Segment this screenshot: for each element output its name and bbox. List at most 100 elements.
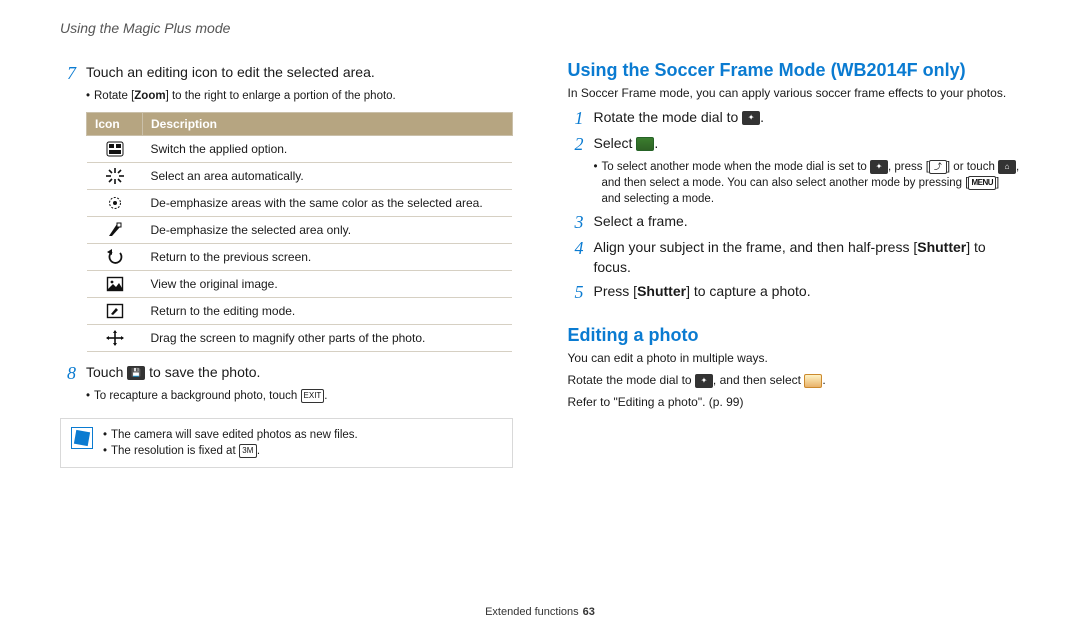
drag-magnify-icon	[106, 330, 124, 346]
note-list: The camera will save edited photos as ne…	[103, 427, 502, 459]
table-icon-cell	[87, 325, 143, 352]
text: , and then select	[713, 373, 804, 387]
bold: Shutter	[917, 239, 966, 255]
step-number: 3	[568, 211, 584, 233]
bullet-text: .	[324, 390, 327, 402]
step-7-bullets: Rotate [Zoom] to the right to enlarge a …	[86, 88, 513, 104]
step-text: Press [Shutter] to capture a photo.	[594, 281, 1021, 303]
text: .	[654, 135, 658, 151]
soccer-step-3: 3 Select a frame.	[568, 211, 1021, 233]
step-number: 4	[568, 237, 584, 277]
table-row: Switch the applied option.	[87, 136, 513, 163]
table-desc-cell: De-emphasize areas with the same color a…	[143, 190, 513, 217]
table-icon-cell	[87, 163, 143, 190]
text: Rotate the mode dial to	[568, 373, 695, 387]
deemphasize-color-icon	[106, 195, 124, 211]
text: .	[760, 109, 764, 125]
text: To select another mode when the mode dia…	[602, 161, 871, 173]
bullet: Rotate [Zoom] to the right to enlarge a …	[86, 88, 513, 104]
text: , press [	[888, 161, 929, 173]
mode-dial-icon: ✦	[870, 160, 888, 174]
text: .	[257, 445, 260, 457]
auto-select-icon	[106, 168, 124, 184]
note-item: The camera will save edited photos as ne…	[103, 427, 502, 443]
bold: Shutter	[637, 283, 686, 299]
table-row: Drag the screen to magnify other parts o…	[87, 325, 513, 352]
table-row: Return to the editing mode.	[87, 298, 513, 325]
text: Press [	[594, 283, 638, 299]
soccer-step-1: 1 Rotate the mode dial to ✦.	[568, 107, 1021, 129]
step-number: 7	[60, 62, 76, 84]
text: Touch	[86, 364, 127, 380]
home-icon: ⌂	[998, 160, 1016, 174]
step-text: Touch 💾 to save the photo.	[86, 362, 513, 384]
text: .	[822, 373, 825, 387]
footer-label: Extended functions	[485, 606, 579, 618]
note-box: The camera will save edited photos as ne…	[60, 418, 513, 468]
bullet-text: Rotate [	[94, 90, 134, 102]
resolution-chip: 3M	[239, 444, 257, 458]
step-number: 1	[568, 107, 584, 129]
save-icon: 💾	[127, 366, 145, 380]
text: to save the photo.	[145, 364, 260, 380]
step-text: Select a frame.	[594, 211, 1021, 233]
soccer-step-4: 4 Align your subject in the frame, and t…	[568, 237, 1021, 277]
step-8: 8 Touch 💾 to save the photo.	[60, 362, 513, 384]
return-previous-icon	[106, 249, 124, 265]
table-desc-cell: Return to the previous screen.	[143, 244, 513, 271]
table-icon-cell	[87, 244, 143, 271]
text: Select	[594, 135, 637, 151]
table-desc-cell: Select an area automatically.	[143, 163, 513, 190]
soccer-frame-icon	[636, 137, 654, 151]
table-icon-cell	[87, 190, 143, 217]
table-row: Return to the previous screen.	[87, 244, 513, 271]
text: ] to capture a photo.	[686, 283, 811, 299]
soccer-intro: In Soccer Frame mode, you can apply vari…	[568, 85, 1021, 101]
table-desc-cell: View the original image.	[143, 271, 513, 298]
step-8-bullets: To recapture a background photo, touch E…	[86, 388, 513, 404]
step-number: 5	[568, 281, 584, 303]
step-7: 7 Touch an editing icon to edit the sele…	[60, 62, 513, 84]
bullet-bold: Zoom	[134, 90, 165, 102]
text: The resolution is fixed at	[111, 445, 239, 457]
step-text: Align your subject in the frame, and the…	[594, 237, 1021, 277]
page-header: Using the Magic Plus mode	[60, 20, 1020, 36]
text: Align your subject in the frame, and the…	[594, 239, 918, 255]
mode-dial-icon: ✦	[742, 111, 760, 125]
soccer-step-5: 5 Press [Shutter] to capture a photo.	[568, 281, 1021, 303]
table-icon-cell	[87, 217, 143, 244]
step-text: Touch an editing icon to edit the select…	[86, 62, 513, 84]
table-desc-cell: De-emphasize the selected area only.	[143, 217, 513, 244]
table-icon-cell	[87, 298, 143, 325]
table-icon-cell	[87, 136, 143, 163]
return-edit-icon	[106, 303, 124, 319]
bullet: To select another mode when the mode dia…	[594, 159, 1021, 207]
menu-button-icon: MENU	[968, 176, 996, 190]
text: Rotate the mode dial to	[594, 109, 743, 125]
table-icon-cell	[87, 271, 143, 298]
note-icon	[71, 427, 93, 449]
table-desc-cell: Switch the applied option.	[143, 136, 513, 163]
content-columns: 7 Touch an editing icon to edit the sele…	[60, 58, 1020, 468]
text: ] or touch	[947, 161, 998, 173]
photo-edit-icon	[804, 374, 822, 388]
left-column: 7 Touch an editing icon to edit the sele…	[60, 58, 513, 468]
back-button-icon: ⤴	[929, 160, 947, 174]
edit-line-2: Rotate the mode dial to ✦, and then sele…	[568, 372, 1021, 388]
icon-description-table: Icon Description Switch the applied opti…	[86, 112, 513, 352]
bullet: To recapture a background photo, touch E…	[86, 388, 513, 404]
page-footer: Extended functions63	[0, 606, 1080, 618]
bullet-text: To recapture a background photo, touch	[94, 390, 301, 402]
soccer-step-2-bullets: To select another mode when the mode dia…	[594, 159, 1021, 207]
table-desc-cell: Drag the screen to magnify other parts o…	[143, 325, 513, 352]
soccer-frame-title: Using the Soccer Frame Mode (WB2014F onl…	[568, 60, 1021, 81]
switch-option-icon	[106, 141, 124, 157]
table-header-description: Description	[143, 113, 513, 136]
table-header-icon: Icon	[87, 113, 143, 136]
table-row: De-emphasize the selected area only.	[87, 217, 513, 244]
note-item: The resolution is fixed at 3M.	[103, 443, 502, 459]
bullet-text: ] to the right to enlarge a portion of t…	[166, 90, 396, 102]
mode-dial-icon: ✦	[695, 374, 713, 388]
edit-line-3: Refer to "Editing a photo". (p. 99)	[568, 394, 1021, 410]
table-row: De-emphasize areas with the same color a…	[87, 190, 513, 217]
